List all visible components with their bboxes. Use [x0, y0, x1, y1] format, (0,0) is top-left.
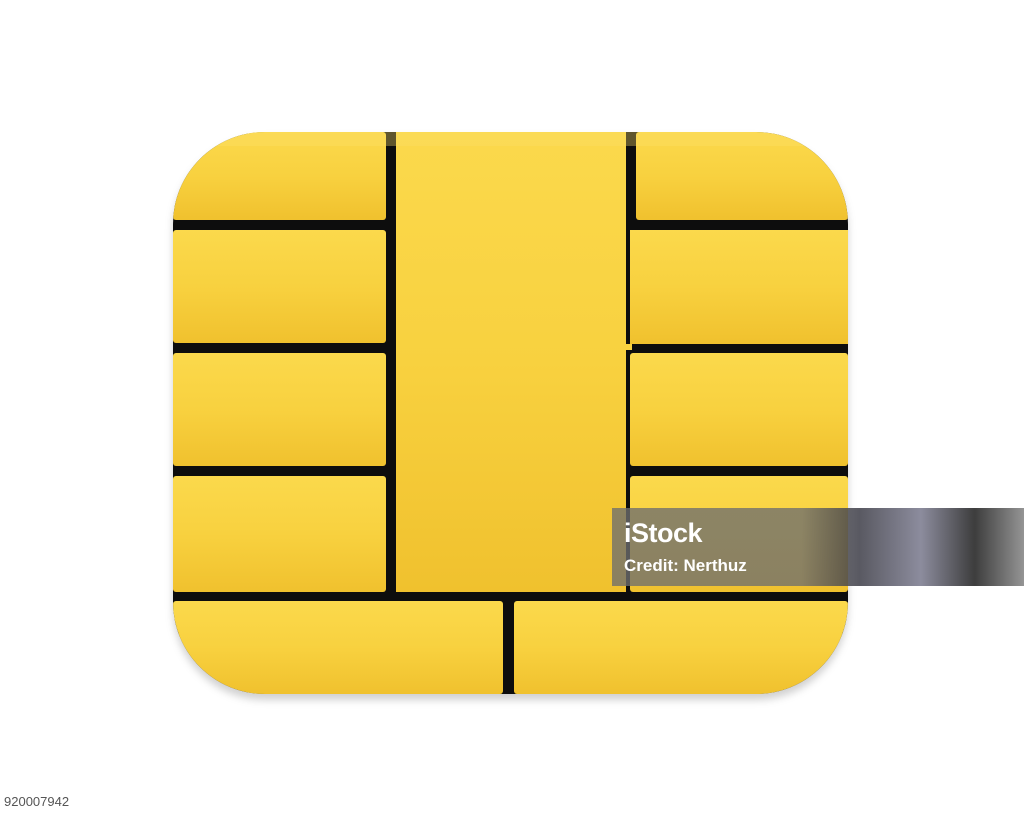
- bottom-left-contact: [173, 601, 503, 694]
- watermark-credit: Credit: Nerthuz: [624, 556, 747, 575]
- watermark-banner: iStock Credit: Nerthuz: [612, 508, 1024, 586]
- istock-logo: iStock: [624, 518, 747, 548]
- bottom-right-contact: [514, 601, 848, 694]
- right-wide-contact: [630, 230, 848, 344]
- center-contact: [396, 132, 632, 592]
- right-contact-3: [630, 353, 848, 466]
- watermark-brand: iStock: [624, 518, 703, 548]
- stock-image-id: 920007942: [0, 792, 74, 812]
- chip-illustration: [173, 132, 848, 694]
- left-contact-2: [173, 230, 386, 343]
- left-contact-3: [173, 353, 386, 466]
- left-contact-4: [173, 476, 386, 592]
